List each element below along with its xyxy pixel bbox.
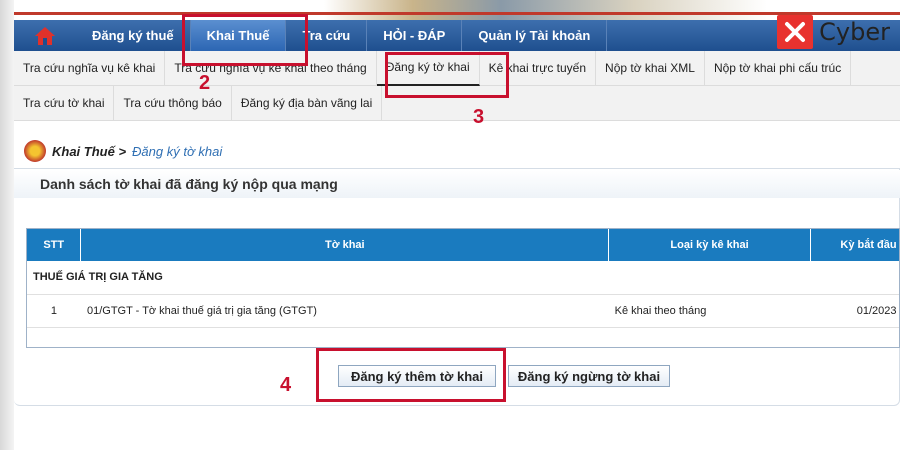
col-stt: STT bbox=[27, 229, 82, 261]
breadcrumb: Khai Thuế > Đăng ký tờ khai bbox=[24, 140, 222, 162]
nav-quan-ly-tai-khoan[interactable]: Quản lý Tài khoản bbox=[462, 20, 608, 51]
header-banner bbox=[14, 0, 900, 20]
highlight-khai-thue bbox=[182, 14, 308, 66]
subnav-tra-cuu-to-khai[interactable]: Tra cứu tờ khai bbox=[14, 85, 115, 121]
cell-ky-bat-dau: 01/2023 bbox=[810, 294, 899, 328]
step-label-3: 3 bbox=[473, 106, 485, 128]
panel-title: Danh sách tờ khai đã đăng ký nộp qua mạn… bbox=[14, 170, 900, 198]
step-label-2: 2 bbox=[199, 72, 211, 94]
subnav-dang-ky-dia-ban-vang-lai[interactable]: Đăng ký địa bàn vãng lai bbox=[232, 85, 383, 121]
group-row: THUẾ GIÁ TRỊ GIA TĂNG bbox=[27, 261, 899, 295]
table-row: 1 01/GTGT - Tờ khai thuế giá trị gia tăn… bbox=[27, 294, 899, 328]
page: Đăng ký thuế Khai Thuế Tra cứu HỎI - ĐÁP… bbox=[0, 0, 900, 450]
highlight-dang-ky-them bbox=[316, 348, 506, 402]
step-label-4: 4 bbox=[280, 374, 292, 396]
brand: Cyber bbox=[777, 15, 890, 49]
breadcrumb-parent[interactable]: Khai Thuế > bbox=[52, 144, 126, 159]
brand-name: Cyber bbox=[819, 18, 890, 46]
subnav-tra-cuu-nghia-vu[interactable]: Tra cứu nghĩa vụ kê khai bbox=[14, 50, 166, 86]
nav-dang-ky-thue[interactable]: Đăng ký thuế bbox=[76, 20, 191, 51]
cell-to-khai: 01/GTGT - Tờ khai thuế giá trị gia tăng … bbox=[80, 294, 609, 328]
subnav-tra-cuu-thong-bao[interactable]: Tra cứu thông báo bbox=[114, 85, 232, 121]
national-emblem-icon bbox=[24, 140, 46, 162]
register-stop-button[interactable]: Đăng ký ngừng tờ khai bbox=[508, 365, 670, 387]
col-to-khai: Tờ khai bbox=[80, 229, 610, 261]
home-icon bbox=[35, 26, 55, 45]
nav-hoi-dap[interactable]: HỎI - ĐÁP bbox=[367, 20, 463, 51]
highlight-dang-ky-to-khai bbox=[385, 52, 509, 98]
subnav-nop-to-khai-xml[interactable]: Nộp tờ khai XML bbox=[596, 50, 705, 86]
left-shadow bbox=[0, 0, 14, 450]
main-navbar: Đăng ký thuế Khai Thuế Tra cứu HỎI - ĐÁP… bbox=[14, 20, 900, 51]
home-button[interactable] bbox=[14, 20, 76, 51]
cell-stt: 1 bbox=[27, 294, 81, 328]
cell-loai-ky: Kê khai theo tháng bbox=[608, 294, 811, 328]
banner-red-line bbox=[14, 12, 900, 15]
subnav-nop-to-khai-phi-cau-truc[interactable]: Nộp tờ khai phi cấu trúc bbox=[705, 50, 852, 86]
group-label: THUẾ GIÁ TRỊ GIA TĂNG bbox=[27, 261, 899, 295]
col-loai-ky: Loại kỳ kê khai bbox=[608, 229, 811, 261]
cyber-x-logo-icon bbox=[777, 15, 814, 49]
col-ky-bat-dau: Kỳ bắt đầu bbox=[810, 229, 899, 261]
declarations-table-wrap: STT Tờ khai Loại kỳ kê khai Kỳ bắt đầu T… bbox=[26, 228, 900, 348]
declarations-table: STT Tờ khai Loại kỳ kê khai Kỳ bắt đầu T… bbox=[27, 229, 899, 328]
breadcrumb-current: Đăng ký tờ khai bbox=[132, 143, 223, 159]
